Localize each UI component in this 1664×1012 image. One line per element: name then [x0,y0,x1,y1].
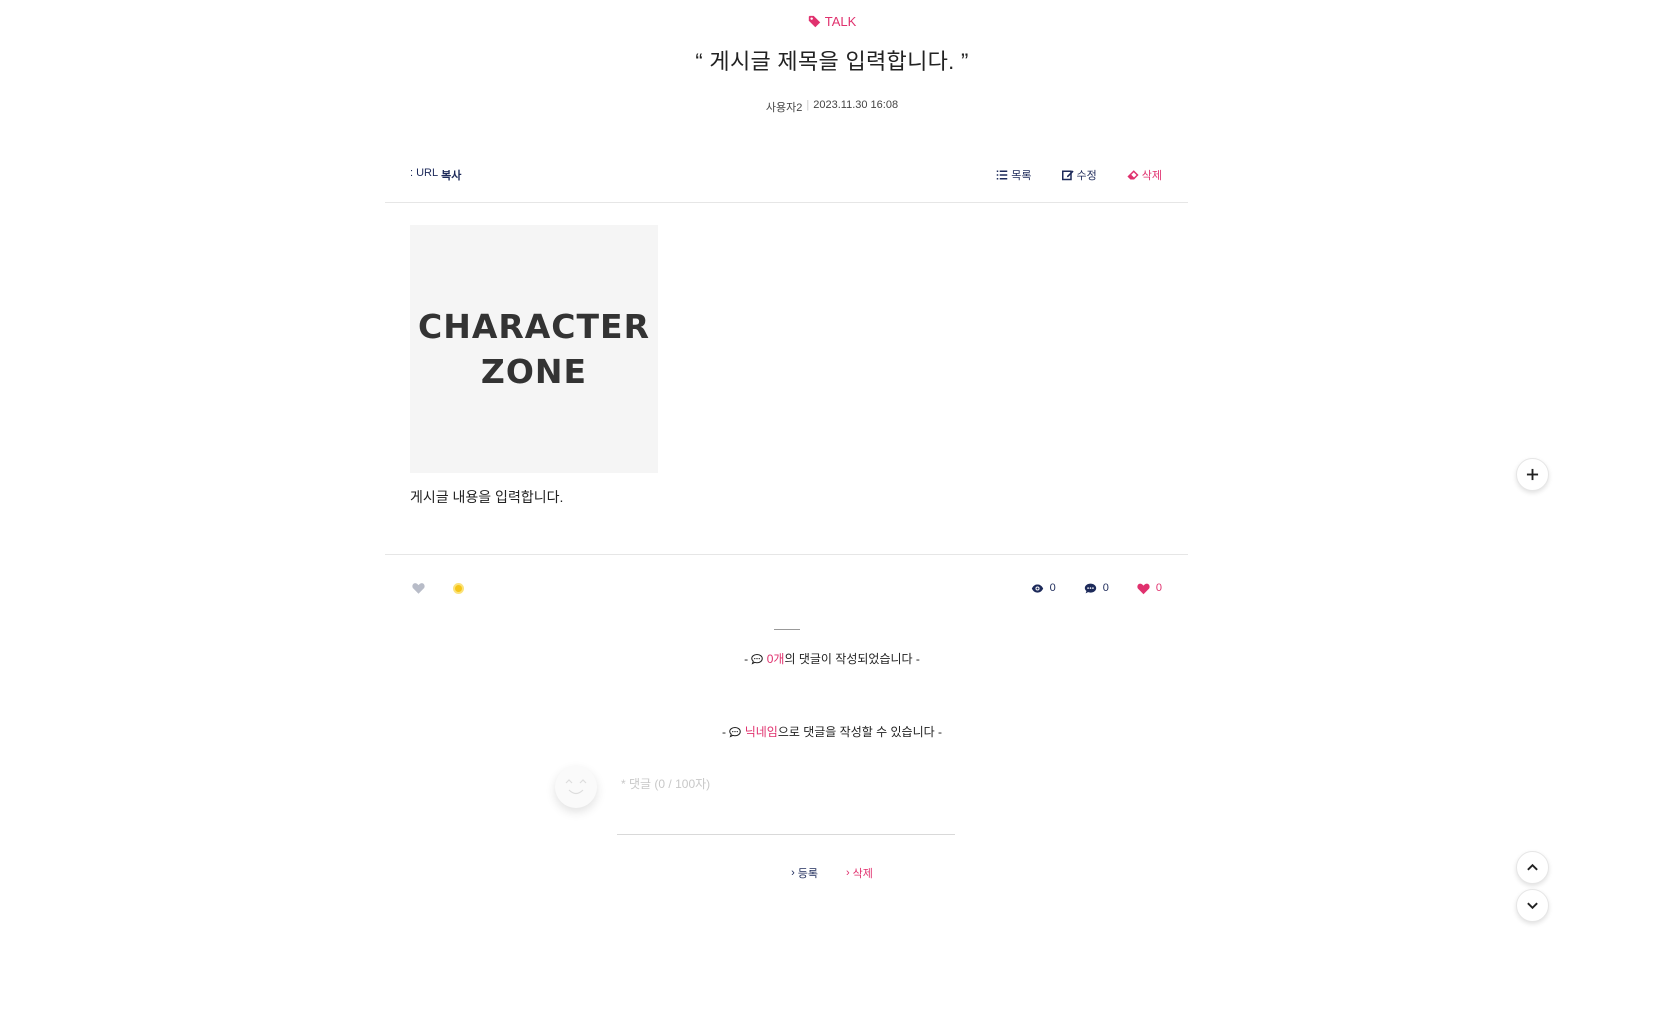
chevron-down-icon [1527,902,1538,910]
post-title: “ 게시글 제목을 입력합니다. ” [695,49,969,74]
smiley-face-icon [565,779,587,795]
post-author: 사용자2 [765,102,803,114]
section-divider [774,629,800,630]
like-count-value: 0 [1155,582,1162,594]
comment-submit-label: 등록 [797,868,818,880]
post-image: CHARACTER ZONE [410,225,658,473]
comment-delete-button[interactable]: › 삭제 [846,865,873,881]
edit-icon [1061,170,1074,181]
comment-count-number: 0개 [766,652,785,666]
url-copy-button[interactable]: : URL 복사 [410,167,461,183]
comment-actions: › 등록 › 삭제 [0,865,1664,881]
tag-icon [808,15,820,28]
delete-label: 삭제 [1141,170,1162,182]
header-divider [385,202,1188,203]
heart-icon[interactable] [412,582,425,594]
emoji-reaction-icon[interactable] [453,582,464,594]
comment-count-value: 0 [1102,582,1109,594]
float-add-button[interactable] [1516,458,1549,491]
meta-separator: | [806,99,810,111]
comment-count-text: - 0개의 댓글이 작성되었습니다 - [0,650,1664,667]
eraser-icon [1127,170,1139,180]
delete-post-button[interactable]: 삭제 [1127,167,1162,183]
eye-icon [1031,583,1043,593]
comment-count-stat: 0 [1084,582,1109,595]
comment-input[interactable] [617,775,955,835]
nickname-note-prefix: - [722,725,730,739]
list-icon [997,170,1008,180]
chevron-right-icon: › [791,867,795,879]
comment-outline-icon [751,653,764,665]
image-text-line-1: CHARACTER [417,307,650,346]
edit-label: 수정 [1076,170,1097,182]
scroll-bottom-button[interactable] [1516,889,1549,922]
post-actions: 목록 수정 삭제 [996,167,1162,183]
view-count: 0 [1031,582,1056,595]
chevron-up-icon [1527,863,1538,871]
comment-submit-button[interactable]: › 등록 [791,865,818,881]
comment-icon [1084,583,1096,593]
list-label: 목록 [1011,170,1032,182]
post-meta: 사용자2 | 2023.11.30 16:08 [0,99,1664,115]
post-stats: 0 0 0 [410,580,1162,596]
nickname-note-suffix: 으로 댓글을 작성할 수 있습니다 - [777,725,942,739]
like-count: 0 [1137,582,1162,595]
reaction-buttons [412,582,464,594]
post-datetime: 2023.11.30 16:08 [813,99,899,111]
stat-counters: 0 0 0 [1031,582,1162,595]
comment-delete-label: 삭제 [852,868,873,880]
image-text-line-2: ZONE [480,352,588,391]
post-toolbar: : URL 복사 목록 수정 삭제 [410,166,1162,184]
edit-button[interactable]: 수정 [1061,167,1097,183]
heart-filled-icon [1137,583,1150,594]
url-copy-label: 복사 [441,170,462,182]
comment-count-suffix: 의 댓글이 작성되었습니다 - [784,652,920,666]
scroll-top-button[interactable] [1516,851,1549,884]
url-copy-prefix: : URL [410,167,439,179]
comment-outline-icon [729,726,742,738]
plus-icon [1526,468,1539,481]
category-label: TALK [824,14,857,29]
avatar [555,766,597,808]
nickname-highlight: 닉네임 [744,725,778,739]
category-tag[interactable]: TALK [0,14,1664,29]
nickname-note: - 닉네임으로 댓글을 작성할 수 있습니다 - [0,723,1664,740]
comment-count-prefix: - [744,652,752,666]
content-divider [385,554,1188,555]
post-content: 게시글 내용을 입력합니다. [410,489,564,505]
view-count-value: 0 [1049,582,1056,594]
list-button[interactable]: 목록 [996,167,1032,183]
chevron-right-icon: › [846,867,850,879]
